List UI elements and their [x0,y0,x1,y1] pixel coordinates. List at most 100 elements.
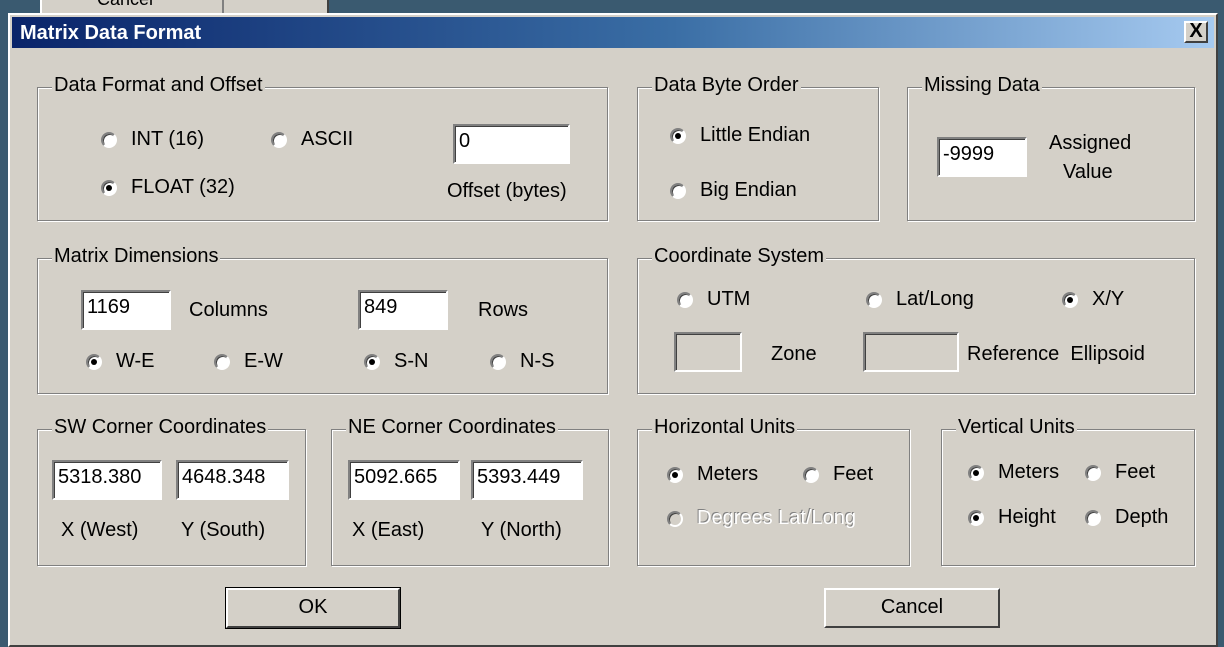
radio-ascii-indicator[interactable] [271,131,287,148]
radio-little-endian-label: Little Endian [700,124,811,146]
radio-h-meters[interactable]: Meters [667,463,758,486]
radio-lat-long-label: Lat/Long [896,288,974,310]
radio-h-meters-label: Meters [697,463,759,485]
background-tab-label: Cancel [97,0,153,10]
radio-height-indicator[interactable] [968,509,984,526]
radio-xy[interactable]: X/Y [1062,288,1124,311]
coordinate-system-group: Coordinate System UTM Lat/Long X/Y Zone … [637,245,1195,394]
radio-float32[interactable]: FLOAT (32) [101,176,235,199]
assigned-value-label-line1: Assigned [1049,132,1132,154]
missing-data-legend: Missing Data [922,74,1042,97]
sw-x-input[interactable]: 5318.380 [52,460,162,500]
sw-y-label: Y (South) [181,519,266,541]
coordinate-system-legend: Coordinate System [652,245,827,268]
radio-utm-indicator[interactable] [677,291,693,308]
radio-v-feet[interactable]: Feet [1085,461,1155,484]
radio-east-west-indicator[interactable] [214,353,230,370]
radio-south-north-indicator[interactable] [364,353,380,370]
sw-y-input[interactable]: 4648.348 [176,460,289,500]
radio-h-meters-indicator[interactable] [667,466,683,483]
radio-v-meters[interactable]: Meters [968,461,1059,484]
cancel-button[interactable]: Cancel [824,588,1000,628]
radio-north-south-indicator[interactable] [490,353,506,370]
radio-west-east-indicator[interactable] [86,353,102,370]
radio-degrees-lat-long-label: Degrees Lat/Long [697,507,857,529]
close-button[interactable]: X [1184,21,1208,43]
columns-input[interactable]: 1169 [81,290,171,330]
horizontal-units-legend: Horizontal Units [652,416,798,439]
sw-corner-group: SW Corner Coordinates 5318.380 4648.348 … [37,416,306,566]
radio-east-west-label: E-W [244,350,283,372]
zone-input[interactable] [674,332,742,372]
radio-h-feet-indicator[interactable] [803,466,819,483]
radio-lat-long[interactable]: Lat/Long [866,288,974,311]
background-window-tab: Cancel [40,0,329,14]
radio-v-feet-indicator[interactable] [1085,464,1101,481]
radio-depth[interactable]: Depth [1085,506,1168,529]
radio-north-south[interactable]: N-S [490,350,554,373]
byte-order-legend: Data Byte Order [652,74,801,97]
radio-xy-indicator[interactable] [1062,291,1078,308]
radio-little-endian-indicator[interactable] [670,127,686,144]
radio-depth-label: Depth [1115,506,1169,528]
radio-lat-long-indicator[interactable] [866,291,882,308]
radio-int16-indicator[interactable] [101,131,117,148]
radio-h-feet[interactable]: Feet [803,463,873,486]
columns-label: Columns [189,299,268,321]
matrix-data-format-dialog: Matrix Data Format X Data Format and Off… [8,13,1218,647]
ne-y-input[interactable]: 5393.449 [471,460,583,500]
ne-x-input[interactable]: 5092.665 [348,460,460,500]
radio-int16-label: INT (16) [131,128,204,150]
radio-little-endian[interactable]: Little Endian [670,124,810,147]
vertical-units-legend: Vertical Units [956,416,1077,439]
radio-south-north-label: S-N [394,350,429,372]
matrix-dimensions-legend: Matrix Dimensions [52,245,221,268]
horizontal-units-group: Horizontal Units Meters Feet Degrees Lat… [637,416,910,566]
radio-v-meters-label: Meters [998,461,1060,483]
missing-data-group: Missing Data -9999 Assigned Value [907,74,1195,221]
close-icon: X [1189,20,1203,42]
reference-ellipsoid-label: Reference Ellipsoid [967,343,1145,365]
ok-button[interactable]: OK [225,587,401,629]
sw-corner-legend: SW Corner Coordinates [52,416,269,439]
radio-east-west[interactable]: E-W [214,350,283,373]
offset-label: Offset (bytes) [447,180,567,202]
reference-ellipsoid-input[interactable] [863,332,959,372]
data-format-group: Data Format and Offset INT (16) ASCII FL… [37,74,608,221]
ne-corner-group: NE Corner Coordinates 5092.665 5393.449 … [331,416,609,566]
radio-utm[interactable]: UTM [677,288,750,311]
matrix-dimensions-group: Matrix Dimensions 1169 Columns 849 Rows … [37,245,608,394]
radio-int16[interactable]: INT (16) [101,128,204,151]
radio-v-feet-label: Feet [1115,461,1156,483]
rows-label: Rows [478,299,529,321]
radio-degrees-lat-long[interactable]: Degrees Lat/Long [667,507,856,530]
radio-v-meters-indicator[interactable] [968,464,984,481]
radio-big-endian[interactable]: Big Endian [670,179,797,202]
radio-utm-label: UTM [707,288,751,310]
assigned-value-label-line2: Value [1063,161,1113,183]
vertical-units-group: Vertical Units Meters Feet Height Depth [941,416,1195,566]
radio-degrees-lat-long-indicator[interactable] [667,510,683,527]
radio-west-east[interactable]: W-E [86,350,155,373]
radio-xy-label: X/Y [1092,288,1125,310]
radio-ascii[interactable]: ASCII [271,128,353,151]
radio-float32-indicator[interactable] [101,179,117,196]
offset-input[interactable]: 0 [453,124,570,164]
data-format-legend: Data Format and Offset [52,74,265,97]
radio-depth-indicator[interactable] [1085,509,1101,526]
radio-float32-label: FLOAT (32) [131,176,235,198]
radio-south-north[interactable]: S-N [364,350,428,373]
rows-input[interactable]: 849 [358,290,448,330]
ne-y-label: Y (North) [481,519,562,541]
radio-h-feet-label: Feet [833,463,874,485]
radio-ascii-label: ASCII [301,128,354,150]
zone-label: Zone [771,343,817,365]
byte-order-group: Data Byte Order Little Endian Big Endian [637,74,879,221]
radio-height[interactable]: Height [968,506,1056,529]
radio-big-endian-indicator[interactable] [670,182,686,199]
missing-value-input[interactable]: -9999 [937,137,1027,177]
radio-height-label: Height [998,506,1056,528]
radio-big-endian-label: Big Endian [700,179,797,201]
title-bar[interactable]: Matrix Data Format X [12,17,1214,48]
sw-x-label: X (West) [61,519,139,541]
